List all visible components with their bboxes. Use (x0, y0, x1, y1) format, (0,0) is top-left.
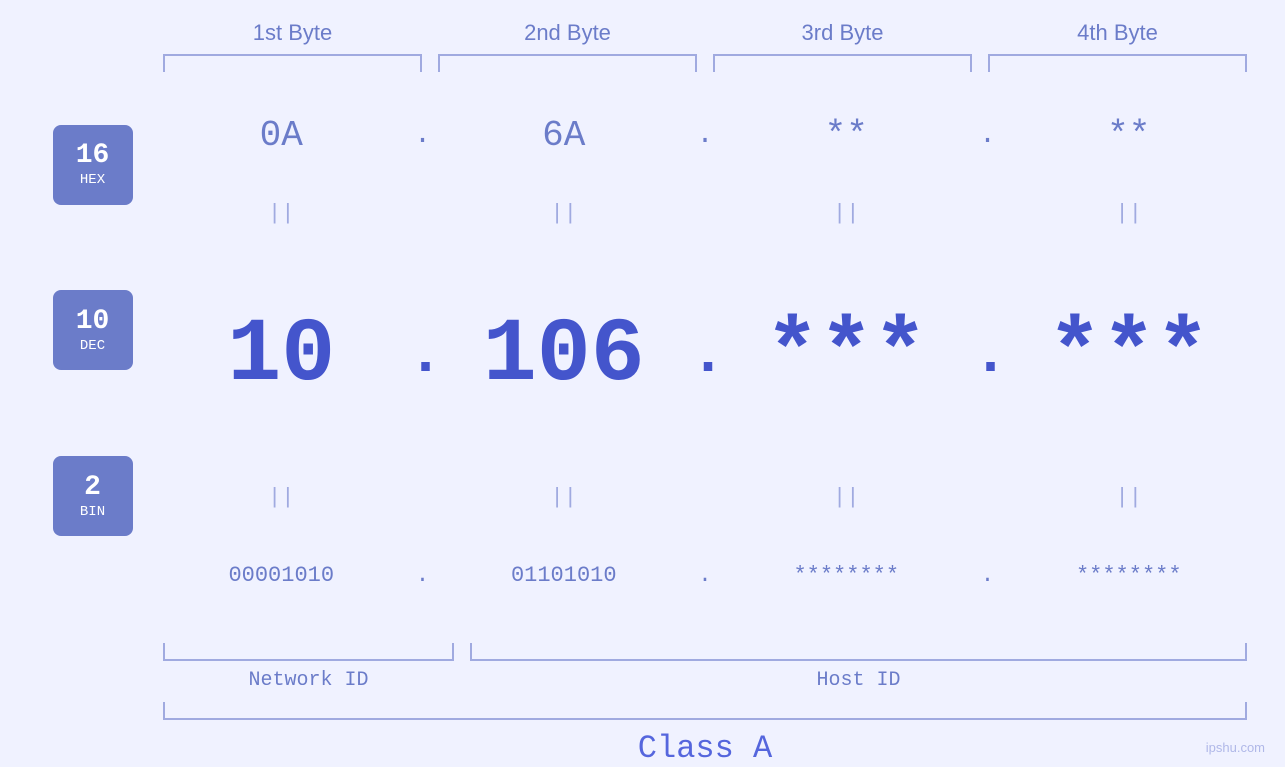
bin-badge-label: BIN (80, 504, 105, 520)
byte3-header: 3rd Byte (705, 20, 980, 46)
byte-headers: 1st Byte 2nd Byte 3rd Byte 4th Byte (0, 0, 1285, 46)
equals-row-2: || || || || (155, 482, 1255, 512)
hex-badge: 16 HEX (53, 125, 133, 205)
bracket-byte3 (713, 54, 972, 72)
top-brackets (0, 54, 1285, 72)
host-id-label: Host ID (470, 669, 1247, 692)
bracket-byte4 (988, 54, 1247, 72)
hex-b2: 6A (438, 115, 691, 156)
dec-badge-num: 10 (76, 307, 110, 338)
main-container: 1st Byte 2nd Byte 3rd Byte 4th Byte 16 H… (0, 0, 1285, 767)
dec-b1: 10 (155, 311, 408, 401)
bin-dot1: . (408, 563, 438, 588)
bottom-bracket-network (163, 643, 454, 661)
hex-b1: 0A (155, 115, 408, 156)
badges-column: 16 HEX 10 DEC 2 BIN (30, 72, 155, 639)
bin-b1: 00001010 (155, 563, 408, 588)
bin-badge-num: 2 (84, 473, 101, 504)
byte2-header: 2nd Byte (430, 20, 705, 46)
byte1-header: 1st Byte (155, 20, 430, 46)
bottom-brackets-row (0, 643, 1285, 661)
hex-row: 0A . 6A . ** . ** (155, 72, 1255, 199)
byte4-header: 4th Byte (980, 20, 1255, 46)
dot1: . (408, 120, 438, 151)
dec-dot1: . (408, 322, 438, 390)
dec-row: 10 . 106 . *** . *** (155, 229, 1255, 483)
bracket-byte2 (438, 54, 697, 72)
bin-b2: 01101010 (438, 563, 691, 588)
dec-dot2: . (690, 322, 720, 390)
hex-badge-num: 16 (76, 141, 110, 172)
class-label: Class A (155, 730, 1255, 767)
class-bracket (163, 702, 1247, 720)
class-section: Class A (0, 702, 1285, 767)
dot3: . (973, 120, 1003, 151)
equals-row-1: || || || || (155, 199, 1255, 229)
data-columns: 0A . 6A . ** . ** || || (155, 72, 1255, 639)
hex-badge-label: HEX (80, 172, 105, 188)
bin-row: 00001010 . 01101010 . ******** . *******… (155, 512, 1255, 639)
dec-badge-label: DEC (80, 338, 105, 354)
bracket-byte1 (163, 54, 422, 72)
bin-dot3: . (973, 563, 1003, 588)
network-id-label: Network ID (163, 669, 454, 692)
bin-dot2: . (690, 563, 720, 588)
dot2: . (690, 120, 720, 151)
dec-dot3: . (973, 322, 1003, 390)
hex-b3: ** (720, 115, 973, 156)
content-area: 16 HEX 10 DEC 2 BIN 0A . 6A (0, 72, 1285, 639)
bin-badge: 2 BIN (53, 456, 133, 536)
bin-b3: ******** (720, 563, 973, 588)
bin-b4: ******** (1003, 563, 1256, 588)
dec-b4: *** (1003, 311, 1256, 401)
dec-badge: 10 DEC (53, 290, 133, 370)
hex-b4: ** (1003, 115, 1256, 156)
bottom-bracket-host (470, 643, 1247, 661)
dec-b2: 106 (438, 311, 691, 401)
watermark: ipshu.com (1206, 740, 1265, 755)
id-labels-row: Network ID Host ID (0, 669, 1285, 692)
dec-b3: *** (720, 311, 973, 401)
